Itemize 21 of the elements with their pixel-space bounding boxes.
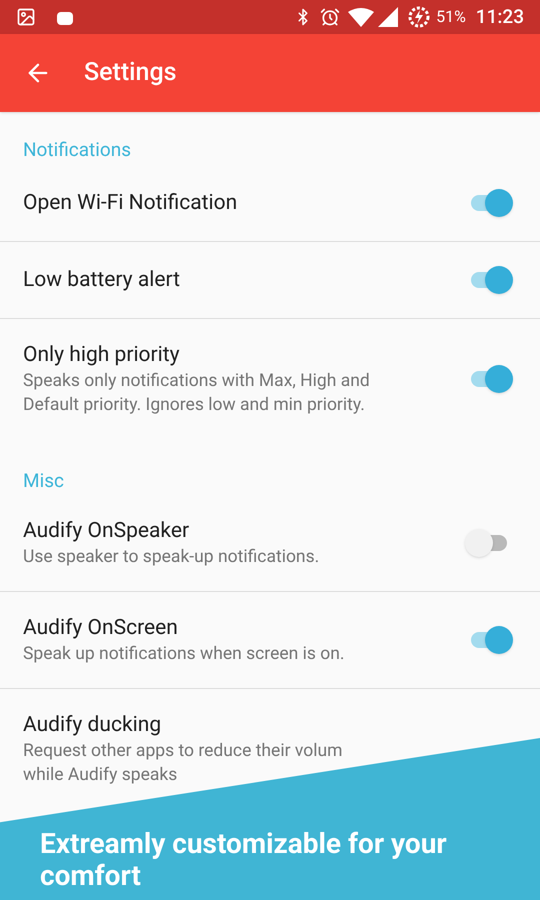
clock-time: 11:23 xyxy=(476,4,524,30)
screen-title: Settings xyxy=(84,57,177,90)
setting-title: Audify ducking xyxy=(23,712,162,739)
setting-title: Low battery alert xyxy=(23,266,181,294)
setting-summary: Request other apps to reduce their volum while Audify speaks xyxy=(23,740,344,787)
setting-summary: Speak up notifications when screen is on. xyxy=(23,643,346,666)
wifi-icon xyxy=(348,7,374,27)
battery-icon xyxy=(408,6,430,28)
setting-title: Audify OnSpeaker xyxy=(23,518,190,545)
setting-summary: Use speaker to speak-up notifications. xyxy=(23,546,320,569)
section-header: Notifications xyxy=(22,137,132,163)
signal-icon xyxy=(378,7,398,27)
setting-title: Open Wi-Fi Notification xyxy=(23,190,238,216)
battery-percentage: 51% xyxy=(436,6,466,28)
section-header: Misc xyxy=(22,468,65,494)
setting-title: Audify OnScreen xyxy=(23,615,179,642)
banner-text: Extreamly customizable for your comfort xyxy=(40,828,448,892)
image-icon xyxy=(16,7,36,27)
setting-summary: Speaks only notifications with Max, High and Default priority. Ignores low and min priority. xyxy=(23,370,371,416)
alarm-icon xyxy=(320,7,340,27)
setting-title: Only high priority xyxy=(23,342,181,368)
